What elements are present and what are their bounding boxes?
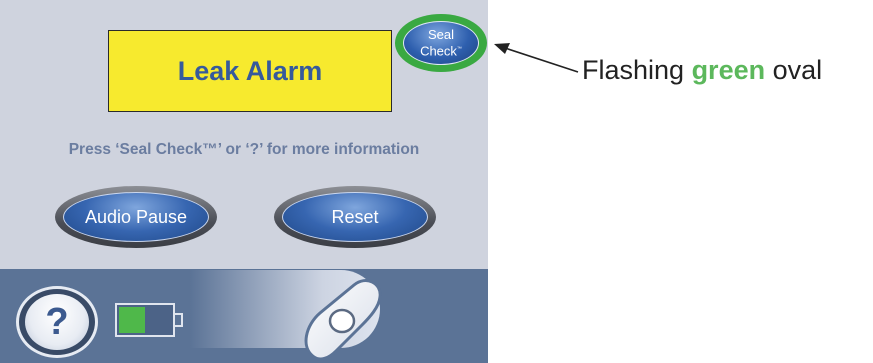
battery-icon bbox=[115, 303, 175, 337]
annotation-prefix: Flashing bbox=[582, 55, 692, 85]
seal-check-highlight-ring: Seal Check™ bbox=[395, 14, 487, 72]
reset-label: Reset bbox=[282, 192, 428, 242]
alarm-text: Leak Alarm bbox=[177, 55, 323, 86]
seal-check-label-line1: Seal bbox=[427, 26, 455, 42]
audio-pause-button[interactable]: Audio Pause bbox=[55, 186, 217, 248]
seal-check-button[interactable]: Seal Check™ bbox=[403, 21, 479, 65]
help-button[interactable]: ? bbox=[16, 286, 98, 358]
info-instruction: Press ‘Seal Check™’ or ‘?’ for more info… bbox=[68, 141, 420, 158]
audio-pause-label: Audio Pause bbox=[63, 192, 209, 242]
annotation-caption: Flashing green oval bbox=[582, 55, 822, 86]
device-screen: Leak Alarm Seal Check™ Press ‘Seal Check… bbox=[0, 0, 488, 363]
alarm-banner: Leak Alarm bbox=[108, 30, 392, 112]
slider-handle-icon[interactable] bbox=[296, 277, 386, 363]
trademark-symbol: ™ bbox=[456, 45, 462, 52]
battery-level-fill bbox=[119, 307, 145, 333]
annotation-highlight: green bbox=[691, 55, 766, 85]
callout-arrow-icon bbox=[494, 43, 579, 73]
question-mark-icon: ? bbox=[25, 294, 89, 350]
annotation-suffix: oval bbox=[765, 55, 823, 85]
seal-check-label-line2: Check™ bbox=[420, 43, 462, 59]
battery-terminal bbox=[175, 313, 183, 327]
reset-button[interactable]: Reset bbox=[274, 186, 436, 248]
